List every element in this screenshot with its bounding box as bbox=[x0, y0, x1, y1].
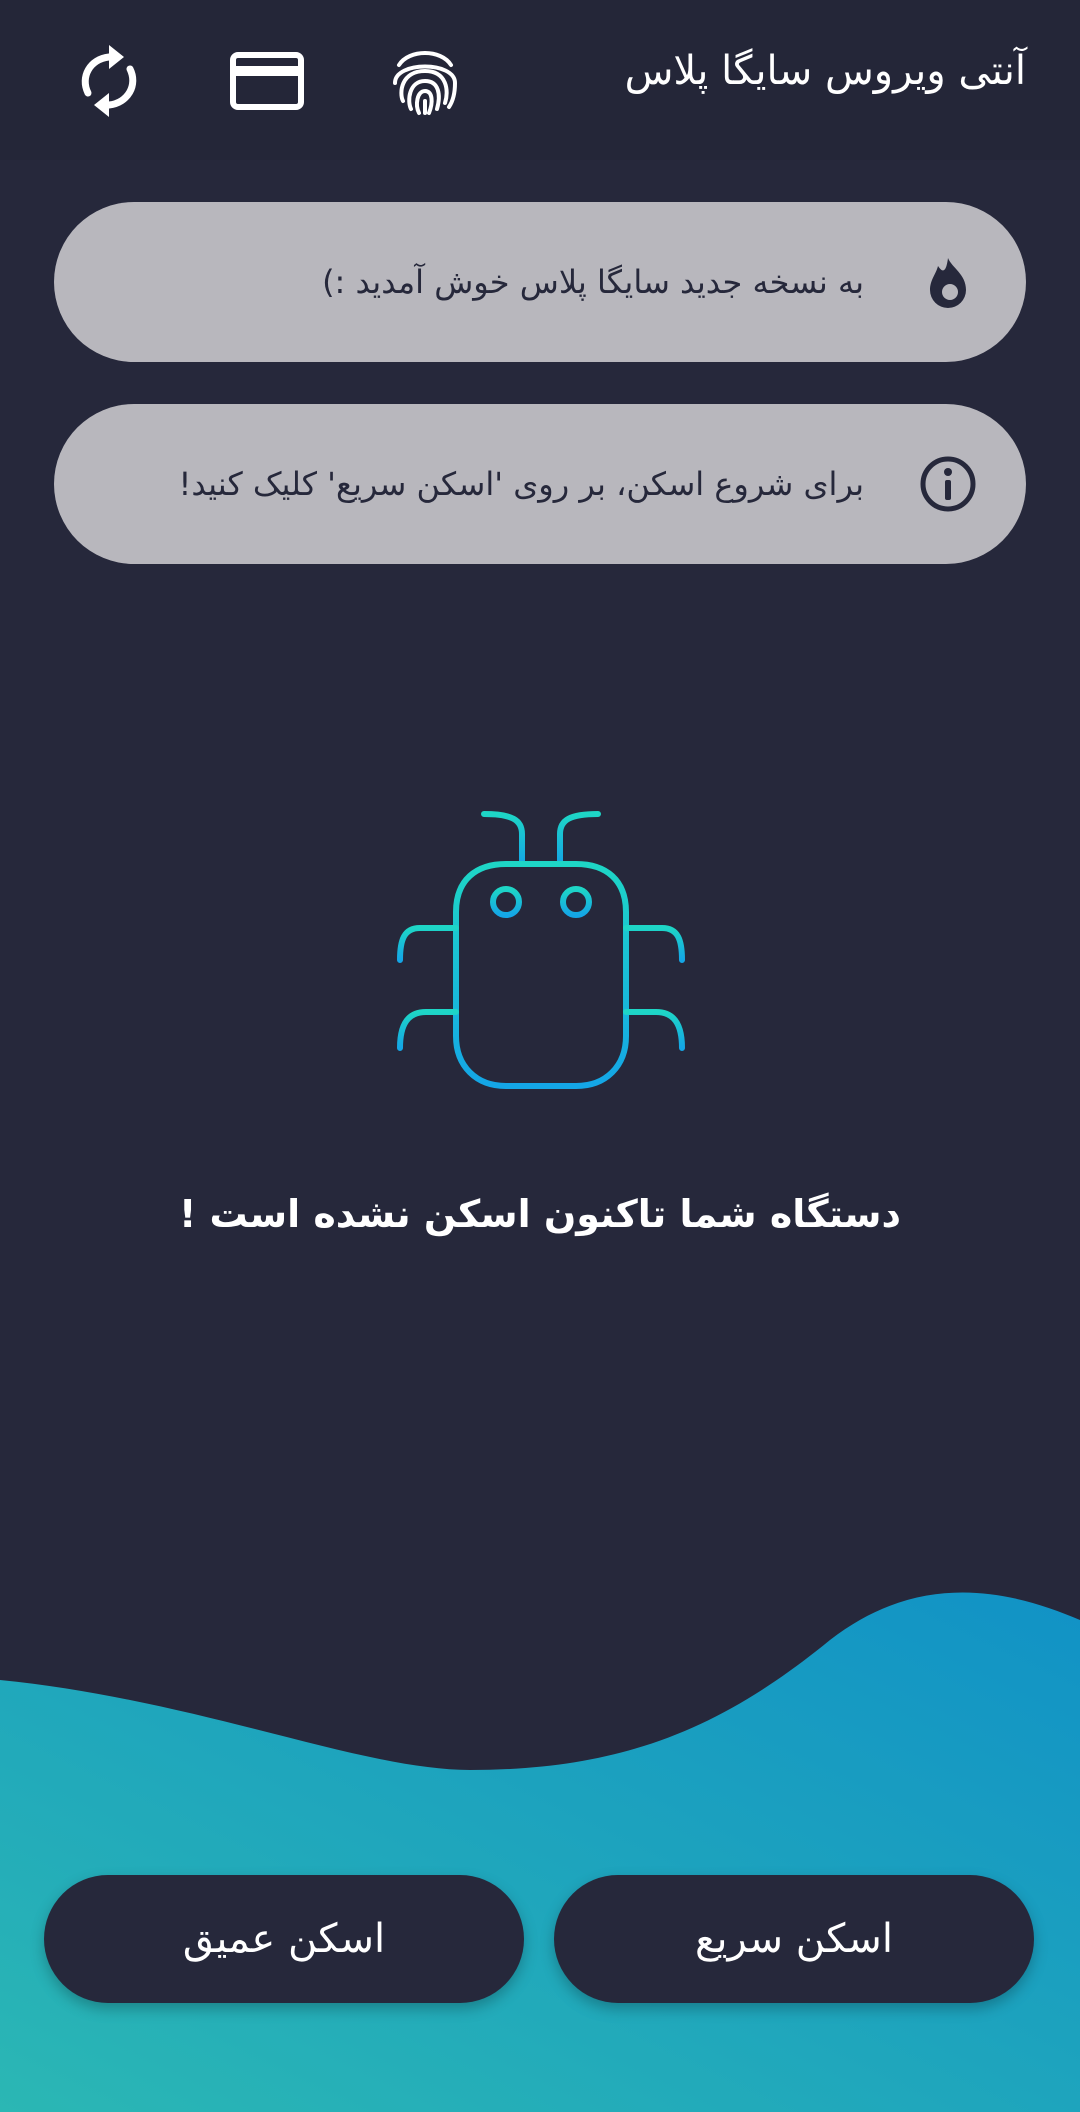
fingerprint-icon[interactable] bbox=[380, 36, 470, 126]
quick-scan-button[interactable]: اسکن سریع bbox=[554, 1875, 1034, 2003]
decorative-wave bbox=[0, 1592, 1080, 2112]
credit-card-icon[interactable] bbox=[222, 36, 312, 126]
welcome-card: به نسخه جدید سایگا پلاس خوش آمدید :) bbox=[54, 202, 1026, 362]
deep-scan-button[interactable]: اسکن عمیق bbox=[44, 1875, 524, 2003]
bug-icon bbox=[386, 800, 696, 1100]
app-title: آنتی ویروس سایگا پلاس bbox=[624, 48, 1026, 94]
scan-status-message: دستگاه شما تاکنون اسکن نشده است ! bbox=[178, 1192, 902, 1236]
info-icon bbox=[918, 454, 978, 514]
info-card: برای شروع اسکن، بر روی 'اسکن سریع' کلیک … bbox=[54, 404, 1026, 564]
app-header: آنتی ویروس سایگا پلاس bbox=[0, 0, 1080, 160]
flame-icon bbox=[918, 252, 978, 312]
info-message: برای شروع اسکن، بر روی 'اسکن سریع' کلیک … bbox=[178, 465, 865, 503]
welcome-message: به نسخه جدید سایگا پلاس خوش آمدید :) bbox=[322, 263, 864, 301]
sync-icon[interactable] bbox=[64, 36, 154, 126]
